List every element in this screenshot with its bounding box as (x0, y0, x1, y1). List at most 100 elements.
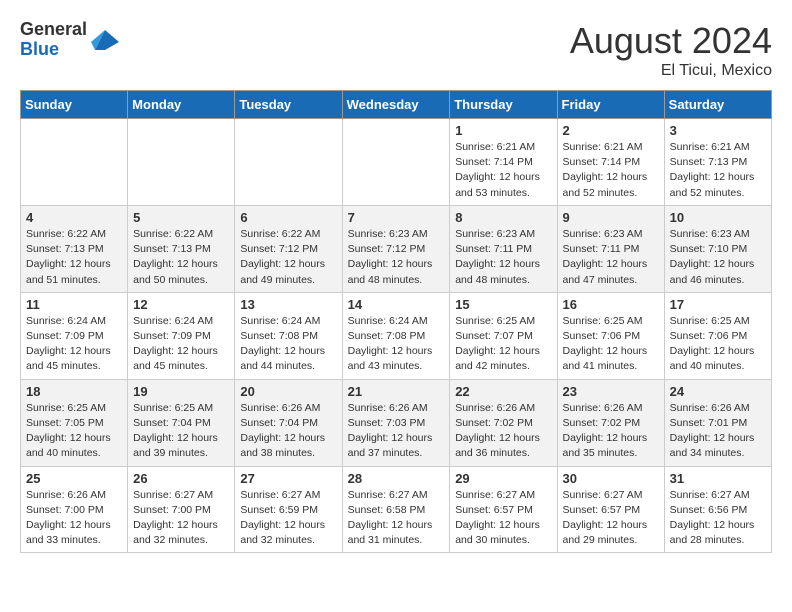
calendar-cell: 1 Sunrise: 6:21 AM Sunset: 7:14 PM Daylig… (450, 119, 557, 206)
day-number: 7 (348, 210, 445, 225)
calendar-cell: 15 Sunrise: 6:25 AM Sunset: 7:07 PM Dayli… (450, 292, 557, 379)
day-info: Sunrise: 6:26 AM Sunset: 7:03 PM Dayligh… (348, 401, 445, 462)
month-title: August 2024 (570, 20, 772, 62)
day-number: 6 (240, 210, 336, 225)
calendar-cell: 11 Sunrise: 6:24 AM Sunset: 7:09 PM Dayli… (21, 292, 128, 379)
day-number: 1 (455, 123, 551, 138)
day-info: Sunrise: 6:23 AM Sunset: 7:10 PM Dayligh… (670, 227, 766, 288)
day-number: 20 (240, 384, 336, 399)
calendar-cell: 30 Sunrise: 6:27 AM Sunset: 6:57 PM Dayli… (557, 466, 664, 553)
day-info: Sunrise: 6:22 AM Sunset: 7:13 PM Dayligh… (26, 227, 122, 288)
day-number: 4 (26, 210, 122, 225)
calendar-cell: 28 Sunrise: 6:27 AM Sunset: 6:58 PM Dayli… (342, 466, 450, 553)
calendar-cell: 18Sunrise: 6:25 AM Sunset: 7:05 PM Dayli… (21, 379, 128, 466)
calendar: SundayMondayTuesdayWednesdayThursdayFrid… (20, 90, 772, 553)
day-info: Sunrise: 6:27 AM Sunset: 6:57 PM Dayligh… (455, 488, 551, 549)
day-number: 8 (455, 210, 551, 225)
day-info: Sunrise: 6:24 AM Sunset: 7:09 PM Dayligh… (26, 314, 122, 375)
weekday-header-saturday: Saturday (664, 91, 771, 119)
day-number: 30 (563, 471, 659, 486)
title-block: August 2024 El Ticui, Mexico (570, 20, 772, 80)
day-number: 17 (670, 297, 766, 312)
day-info: Sunrise: 6:26 AM Sunset: 7:02 PM Dayligh… (563, 401, 659, 462)
calendar-cell: 12 Sunrise: 6:24 AM Sunset: 7:09 PM Dayli… (128, 292, 235, 379)
day-number: 26 (133, 471, 229, 486)
day-number: 3 (670, 123, 766, 138)
calendar-cell: 8Sunrise: 6:23 AM Sunset: 7:11 PM Daylig… (450, 205, 557, 292)
calendar-cell: 23 Sunrise: 6:26 AM Sunset: 7:02 PM Dayli… (557, 379, 664, 466)
calendar-cell: 20 Sunrise: 6:26 AM Sunset: 7:04 PM Dayli… (235, 379, 342, 466)
logo-blue: Blue (20, 40, 87, 60)
day-number: 9 (563, 210, 659, 225)
day-info: Sunrise: 6:24 AM Sunset: 7:08 PM Dayligh… (240, 314, 336, 375)
day-info: Sunrise: 6:24 AM Sunset: 7:09 PM Dayligh… (133, 314, 229, 375)
day-number: 22 (455, 384, 551, 399)
weekday-header-wednesday: Wednesday (342, 91, 450, 119)
day-number: 11 (26, 297, 122, 312)
day-number: 10 (670, 210, 766, 225)
day-info: Sunrise: 6:26 AM Sunset: 7:02 PM Dayligh… (455, 401, 551, 462)
day-number: 13 (240, 297, 336, 312)
calendar-cell (342, 119, 450, 206)
day-number: 12 (133, 297, 229, 312)
calendar-cell: 6 Sunrise: 6:22 AM Sunset: 7:12 PM Daylig… (235, 205, 342, 292)
calendar-cell: 5 Sunrise: 6:22 AM Sunset: 7:13 PM Daylig… (128, 205, 235, 292)
weekday-header-monday: Monday (128, 91, 235, 119)
day-info: Sunrise: 6:25 AM Sunset: 7:07 PM Dayligh… (455, 314, 551, 375)
calendar-cell (235, 119, 342, 206)
calendar-cell: 19 Sunrise: 6:25 AM Sunset: 7:04 PM Dayli… (128, 379, 235, 466)
calendar-cell: 13 Sunrise: 6:24 AM Sunset: 7:08 PM Dayli… (235, 292, 342, 379)
logo-icon (91, 26, 119, 54)
day-info: Sunrise: 6:27 AM Sunset: 6:56 PM Dayligh… (670, 488, 766, 549)
calendar-cell: 9 Sunrise: 6:23 AM Sunset: 7:11 PM Daylig… (557, 205, 664, 292)
day-info: Sunrise: 6:22 AM Sunset: 7:12 PM Dayligh… (240, 227, 336, 288)
day-number: 5 (133, 210, 229, 225)
calendar-cell: 29 Sunrise: 6:27 AM Sunset: 6:57 PM Dayli… (450, 466, 557, 553)
day-info: Sunrise: 6:25 AM Sunset: 7:05 PM Dayligh… (26, 401, 122, 462)
day-number: 23 (563, 384, 659, 399)
calendar-cell: 4 Sunrise: 6:22 AM Sunset: 7:13 PM Daylig… (21, 205, 128, 292)
day-number: 14 (348, 297, 445, 312)
calendar-cell (128, 119, 235, 206)
day-info: Sunrise: 6:27 AM Sunset: 6:59 PM Dayligh… (240, 488, 336, 549)
day-info: Sunrise: 6:22 AM Sunset: 7:13 PM Dayligh… (133, 227, 229, 288)
calendar-cell: 16Sunrise: 6:25 AM Sunset: 7:06 PM Dayli… (557, 292, 664, 379)
day-info: Sunrise: 6:26 AM Sunset: 7:04 PM Dayligh… (240, 401, 336, 462)
day-number: 21 (348, 384, 445, 399)
location: El Ticui, Mexico (570, 62, 772, 80)
day-info: Sunrise: 6:23 AM Sunset: 7:12 PM Dayligh… (348, 227, 445, 288)
day-number: 28 (348, 471, 445, 486)
day-info: Sunrise: 6:25 AM Sunset: 7:06 PM Dayligh… (670, 314, 766, 375)
weekday-header-sunday: Sunday (21, 91, 128, 119)
day-info: Sunrise: 6:21 AM Sunset: 7:14 PM Dayligh… (455, 140, 551, 201)
calendar-cell: 26Sunrise: 6:27 AM Sunset: 7:00 PM Dayli… (128, 466, 235, 553)
day-info: Sunrise: 6:27 AM Sunset: 6:57 PM Dayligh… (563, 488, 659, 549)
day-info: Sunrise: 6:27 AM Sunset: 6:58 PM Dayligh… (348, 488, 445, 549)
day-number: 15 (455, 297, 551, 312)
day-number: 29 (455, 471, 551, 486)
calendar-cell: 3 Sunrise: 6:21 AM Sunset: 7:13 PM Daylig… (664, 119, 771, 206)
day-info: Sunrise: 6:23 AM Sunset: 7:11 PM Dayligh… (563, 227, 659, 288)
calendar-cell (21, 119, 128, 206)
day-number: 27 (240, 471, 336, 486)
calendar-cell: 14Sunrise: 6:24 AM Sunset: 7:08 PM Dayli… (342, 292, 450, 379)
calendar-cell: 21 Sunrise: 6:26 AM Sunset: 7:03 PM Dayli… (342, 379, 450, 466)
logo-general: General (20, 20, 87, 40)
day-info: Sunrise: 6:25 AM Sunset: 7:04 PM Dayligh… (133, 401, 229, 462)
calendar-cell: 2Sunrise: 6:21 AM Sunset: 7:14 PM Daylig… (557, 119, 664, 206)
weekday-header-tuesday: Tuesday (235, 91, 342, 119)
calendar-cell: 24 Sunrise: 6:26 AM Sunset: 7:01 PM Dayli… (664, 379, 771, 466)
day-number: 31 (670, 471, 766, 486)
day-number: 25 (26, 471, 122, 486)
calendar-cell: 22 Sunrise: 6:26 AM Sunset: 7:02 PM Dayli… (450, 379, 557, 466)
calendar-cell: 25 Sunrise: 6:26 AM Sunset: 7:00 PM Dayli… (21, 466, 128, 553)
day-info: Sunrise: 6:26 AM Sunset: 7:00 PM Dayligh… (26, 488, 122, 549)
day-number: 24 (670, 384, 766, 399)
day-info: Sunrise: 6:26 AM Sunset: 7:01 PM Dayligh… (670, 401, 766, 462)
calendar-cell: 10 Sunrise: 6:23 AM Sunset: 7:10 PM Dayli… (664, 205, 771, 292)
weekday-header-thursday: Thursday (450, 91, 557, 119)
day-number: 19 (133, 384, 229, 399)
day-info: Sunrise: 6:21 AM Sunset: 7:14 PM Dayligh… (563, 140, 659, 201)
day-info: Sunrise: 6:21 AM Sunset: 7:13 PM Dayligh… (670, 140, 766, 201)
calendar-cell: 27 Sunrise: 6:27 AM Sunset: 6:59 PM Dayli… (235, 466, 342, 553)
